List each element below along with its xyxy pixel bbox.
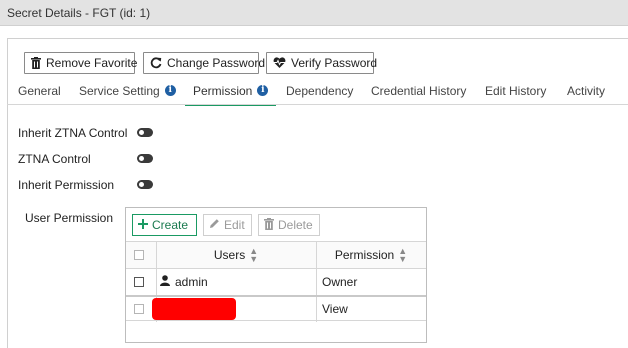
pencil-icon [209,218,220,232]
user-name: admin [175,275,208,289]
inherit-ztna-label: Inherit ZTNA Control [18,126,128,140]
create-button[interactable]: Create [132,214,197,236]
tab-edit-history[interactable]: Edit History [485,84,546,104]
edit-button[interactable]: Edit [203,214,252,236]
user-icon [160,275,170,289]
permission-column-header[interactable]: Permission ▲ ▼ [316,242,426,268]
select-all-checkbox[interactable] [134,250,144,260]
change-password-button[interactable]: Change Password [143,52,265,74]
row-checkbox[interactable] [134,303,144,314]
redacted-user-name [152,297,236,320]
title-bar: Secret Details - FGT (id: 1) [0,0,628,26]
heartbeat-icon [273,57,286,69]
change-password-label: Change Password [167,56,266,70]
row-checkbox[interactable] [134,277,144,287]
info-icon[interactable]: i [164,85,176,96]
permission-value: View [322,301,348,316]
refresh-icon [150,57,162,69]
table-row[interactable]: View [126,295,426,322]
tab-label: Activity [567,84,606,98]
tab-general[interactable]: General [18,84,61,104]
tab-service-setting[interactable]: Service Setting i [79,84,176,104]
table-row[interactable]: admin Owner [126,268,426,296]
tab-label: Permission [193,84,253,98]
verify-password-button[interactable]: Verify Password [266,52,378,74]
tab-dependency[interactable]: Dependency [286,84,353,104]
tab-label: General [18,84,61,98]
inherit-permission-toggle[interactable] [137,180,153,189]
permission-value: Owner [322,275,358,289]
sort-icon: ▲ ▼ [398,246,408,264]
delete-label: Delete [278,218,313,232]
ztna-control-label: ZTNA Control [18,152,91,166]
inherit-ztna-toggle[interactable] [137,128,153,137]
tab-label: Credential History [371,84,467,98]
table-header: Users ▲ ▼ Permission ▲ ▼ [126,241,426,269]
delete-button[interactable]: Delete [258,214,320,236]
tab-label: Edit History [485,84,547,98]
tab-divider [7,104,628,105]
edit-label: Edit [224,218,245,232]
ztna-control-toggle[interactable] [137,154,153,163]
user-permission-table: Create Edit Delete Users ▲ ▼ Permission ▲… [125,207,427,343]
remove-favorite-label: Remove Favorite [46,56,138,70]
users-column-header[interactable]: Users ▲ ▼ [156,242,316,268]
window-title: Secret Details - FGT (id: 1) [7,6,151,20]
plus-icon [138,218,148,232]
tab-permission[interactable]: Permission i [184,84,277,106]
trash-icon [264,217,274,233]
tab-credential-history[interactable]: Credential History [371,84,466,104]
verify-password-label: Verify Password [291,56,378,70]
remove-favorite-button[interactable]: Remove Favorite [24,52,138,74]
trash-icon [31,57,41,69]
info-icon[interactable]: i [257,85,269,96]
table-bottom-border [126,320,426,321]
tab-label: Service Setting [79,84,160,98]
tab-activity[interactable]: Activity [567,84,605,104]
create-label: Create [152,218,189,232]
inherit-permission-label: Inherit Permission [18,178,115,192]
sort-icon: ▲ ▼ [249,246,259,264]
tab-label: Dependency [286,84,354,98]
user-permission-label: User Permission [25,211,114,225]
tab-bar: General Service Setting i Permission i D… [0,80,628,106]
